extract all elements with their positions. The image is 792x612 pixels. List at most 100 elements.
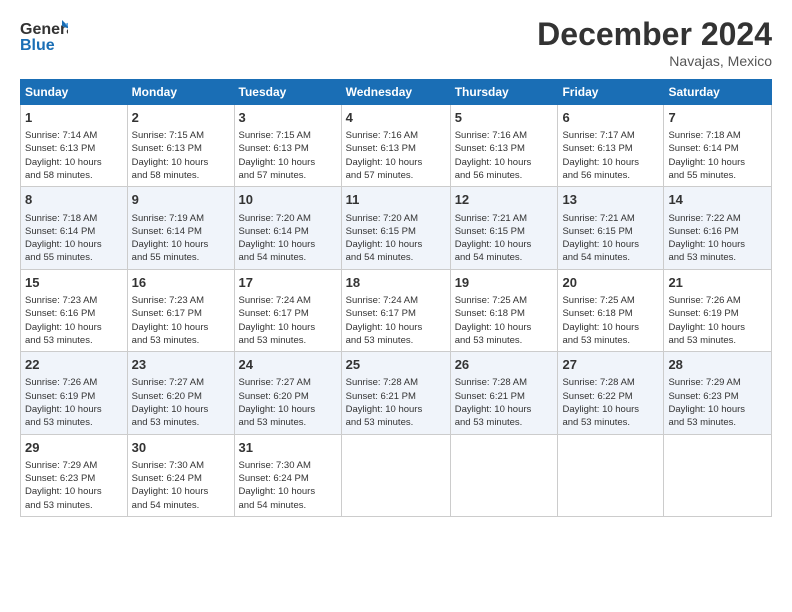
day-info: Sunrise: 7:26 AMSunset: 6:19 PMDaylight:… <box>668 294 767 347</box>
day-info: Sunrise: 7:24 AMSunset: 6:17 PMDaylight:… <box>346 294 446 347</box>
calendar-cell: 8Sunrise: 7:18 AMSunset: 6:14 PMDaylight… <box>21 187 128 269</box>
logo: General Blue <box>20 16 68 59</box>
day-number: 20 <box>562 274 659 292</box>
calendar-cell: 3 Sunrise: 7:15 AMSunset: 6:13 PMDaylight… <box>234 105 341 187</box>
calendar-cell: 27 Sunrise: 7:28 AMSunset: 6:22 PMDayligh… <box>558 352 664 434</box>
day-number: 4 <box>346 109 446 127</box>
calendar-cell <box>664 434 772 516</box>
day-info: Sunrise: 7:22 AMSunset: 6:16 PMDaylight:… <box>668 212 767 265</box>
calendar-cell <box>450 434 558 516</box>
day-number: 19 <box>455 274 554 292</box>
day-info: Sunrise: 7:27 AMSunset: 6:20 PMDaylight:… <box>239 376 337 429</box>
day-info: Sunrise: 7:24 AMSunset: 6:17 PMDaylight:… <box>239 294 337 347</box>
col-sunday: Sunday <box>21 80 128 105</box>
day-info: Sunrise: 7:18 AMSunset: 6:14 PMDaylight:… <box>25 212 123 265</box>
calendar-header-row: Sunday Monday Tuesday Wednesday Thursday… <box>21 80 772 105</box>
week-row-5: 29 Sunrise: 7:29 AMSunset: 6:23 PMDayligh… <box>21 434 772 516</box>
day-info: Sunrise: 7:19 AMSunset: 6:14 PMDaylight:… <box>132 212 230 265</box>
calendar-cell: 31 Sunrise: 7:30 AMSunset: 6:24 PMDayligh… <box>234 434 341 516</box>
calendar-cell: 12 Sunrise: 7:21 AMSunset: 6:15 PMDayligh… <box>450 187 558 269</box>
day-info: Sunrise: 7:21 AMSunset: 6:15 PMDaylight:… <box>455 212 554 265</box>
day-info: Sunrise: 7:28 AMSunset: 6:21 PMDaylight:… <box>346 376 446 429</box>
day-number: 7 <box>668 109 767 127</box>
day-info: Sunrise: 7:16 AMSunset: 6:13 PMDaylight:… <box>346 129 446 182</box>
day-number: 11 <box>346 191 446 209</box>
calendar-cell: 13 Sunrise: 7:21 AMSunset: 6:15 PMDayligh… <box>558 187 664 269</box>
day-info: Sunrise: 7:29 AMSunset: 6:23 PMDaylight:… <box>668 376 767 429</box>
day-number: 1 <box>25 109 123 127</box>
day-info: Sunrise: 7:29 AMSunset: 6:23 PMDaylight:… <box>25 459 123 512</box>
calendar-cell: 21 Sunrise: 7:26 AMSunset: 6:19 PMDayligh… <box>664 269 772 351</box>
calendar-cell: 9 Sunrise: 7:19 AMSunset: 6:14 PMDaylight… <box>127 187 234 269</box>
calendar-cell: 6 Sunrise: 7:17 AMSunset: 6:13 PMDaylight… <box>558 105 664 187</box>
day-number: 6 <box>562 109 659 127</box>
day-number: 24 <box>239 356 337 374</box>
day-info: Sunrise: 7:18 AMSunset: 6:14 PMDaylight:… <box>668 129 767 182</box>
day-info: Sunrise: 7:21 AMSunset: 6:15 PMDaylight:… <box>562 212 659 265</box>
day-info: Sunrise: 7:23 AMSunset: 6:17 PMDaylight:… <box>132 294 230 347</box>
day-number: 12 <box>455 191 554 209</box>
day-number: 18 <box>346 274 446 292</box>
svg-text:General: General <box>20 21 68 38</box>
header: General Blue December 2024 Navajas, Mexi… <box>20 16 772 69</box>
week-row-2: 8Sunrise: 7:18 AMSunset: 6:14 PMDaylight… <box>21 187 772 269</box>
day-number: 15 <box>25 274 123 292</box>
day-info: Sunrise: 7:27 AMSunset: 6:20 PMDaylight:… <box>132 376 230 429</box>
calendar-cell: 22Sunrise: 7:26 AMSunset: 6:19 PMDayligh… <box>21 352 128 434</box>
day-info: Sunrise: 7:15 AMSunset: 6:13 PMDaylight:… <box>132 129 230 182</box>
day-info: Sunrise: 7:20 AMSunset: 6:14 PMDaylight:… <box>239 212 337 265</box>
day-info: Sunrise: 7:16 AMSunset: 6:13 PMDaylight:… <box>455 129 554 182</box>
day-info: Sunrise: 7:26 AMSunset: 6:19 PMDaylight:… <box>25 376 123 429</box>
day-number: 27 <box>562 356 659 374</box>
calendar-cell: 20Sunrise: 7:25 AMSunset: 6:18 PMDayligh… <box>558 269 664 351</box>
calendar-cell: 11 Sunrise: 7:20 AMSunset: 6:15 PMDayligh… <box>341 187 450 269</box>
calendar-cell: 1Sunrise: 7:14 AMSunset: 6:13 PMDaylight… <box>21 105 128 187</box>
day-info: Sunrise: 7:23 AMSunset: 6:16 PMDaylight:… <box>25 294 123 347</box>
day-number: 10 <box>239 191 337 209</box>
col-friday: Friday <box>558 80 664 105</box>
calendar-cell: 17 Sunrise: 7:24 AMSunset: 6:17 PMDayligh… <box>234 269 341 351</box>
title-block: December 2024 Navajas, Mexico <box>537 16 772 69</box>
calendar-cell: 30Sunrise: 7:30 AMSunset: 6:24 PMDayligh… <box>127 434 234 516</box>
calendar-cell: 29 Sunrise: 7:29 AMSunset: 6:23 PMDayligh… <box>21 434 128 516</box>
day-number: 23 <box>132 356 230 374</box>
day-info: Sunrise: 7:17 AMSunset: 6:13 PMDaylight:… <box>562 129 659 182</box>
day-number: 21 <box>668 274 767 292</box>
week-row-3: 15 Sunrise: 7:23 AMSunset: 6:16 PMDayligh… <box>21 269 772 351</box>
day-number: 29 <box>25 439 123 457</box>
day-number: 16 <box>132 274 230 292</box>
day-info: Sunrise: 7:28 AMSunset: 6:21 PMDaylight:… <box>455 376 554 429</box>
day-number: 17 <box>239 274 337 292</box>
month-title: December 2024 <box>537 16 772 53</box>
calendar-cell: 10 Sunrise: 7:20 AMSunset: 6:14 PMDayligh… <box>234 187 341 269</box>
calendar-cell: 14Sunrise: 7:22 AMSunset: 6:16 PMDayligh… <box>664 187 772 269</box>
day-number: 5 <box>455 109 554 127</box>
day-number: 13 <box>562 191 659 209</box>
calendar-cell: 26 Sunrise: 7:28 AMSunset: 6:21 PMDayligh… <box>450 352 558 434</box>
calendar-cell: 23 Sunrise: 7:27 AMSunset: 6:20 PMDayligh… <box>127 352 234 434</box>
calendar-table: Sunday Monday Tuesday Wednesday Thursday… <box>20 79 772 517</box>
calendar-cell <box>558 434 664 516</box>
col-wednesday: Wednesday <box>341 80 450 105</box>
day-number: 31 <box>239 439 337 457</box>
day-number: 3 <box>239 109 337 127</box>
week-row-4: 22Sunrise: 7:26 AMSunset: 6:19 PMDayligh… <box>21 352 772 434</box>
calendar-cell: 15 Sunrise: 7:23 AMSunset: 6:16 PMDayligh… <box>21 269 128 351</box>
calendar-cell: 18 Sunrise: 7:24 AMSunset: 6:17 PMDayligh… <box>341 269 450 351</box>
day-number: 9 <box>132 191 230 209</box>
day-number: 2 <box>132 109 230 127</box>
calendar-cell: 7 Sunrise: 7:18 AMSunset: 6:14 PMDaylight… <box>664 105 772 187</box>
day-number: 26 <box>455 356 554 374</box>
day-info: Sunrise: 7:20 AMSunset: 6:15 PMDaylight:… <box>346 212 446 265</box>
day-info: Sunrise: 7:30 AMSunset: 6:24 PMDaylight:… <box>239 459 337 512</box>
day-info: Sunrise: 7:15 AMSunset: 6:13 PMDaylight:… <box>239 129 337 182</box>
day-info: Sunrise: 7:28 AMSunset: 6:22 PMDaylight:… <box>562 376 659 429</box>
logo-icon: General Blue <box>20 16 68 54</box>
col-saturday: Saturday <box>664 80 772 105</box>
location: Navajas, Mexico <box>537 53 772 69</box>
day-number: 28 <box>668 356 767 374</box>
calendar-cell: 28 Sunrise: 7:29 AMSunset: 6:23 PMDayligh… <box>664 352 772 434</box>
svg-text:Blue: Blue <box>20 37 55 54</box>
col-tuesday: Tuesday <box>234 80 341 105</box>
day-info: Sunrise: 7:30 AMSunset: 6:24 PMDaylight:… <box>132 459 230 512</box>
